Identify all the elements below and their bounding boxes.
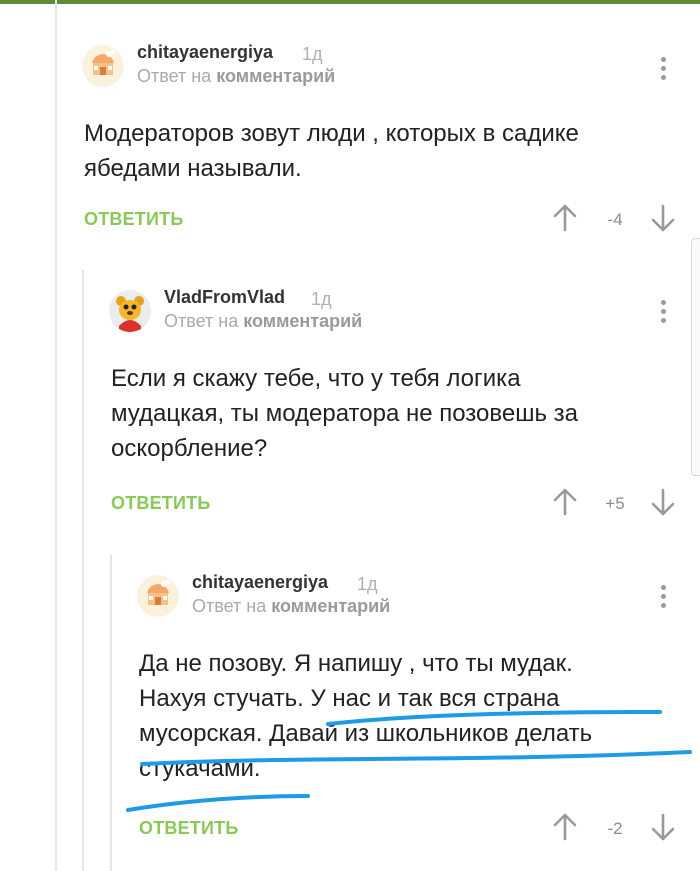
reply-to-prefix: Ответ на bbox=[192, 596, 267, 616]
comment-time: 1д bbox=[357, 574, 378, 594]
bear-avatar-icon[interactable] bbox=[109, 290, 151, 332]
reply-button[interactable]: ОТВЕТИТЬ bbox=[84, 209, 183, 230]
thread-line bbox=[55, 0, 57, 871]
comment-text-line: оскорбление? bbox=[111, 435, 268, 462]
comment-time: 1д bbox=[302, 44, 323, 64]
user-avatar-icon[interactable] bbox=[82, 45, 124, 87]
comment-text-line: стукачами. bbox=[139, 755, 261, 782]
top-bar bbox=[0, 0, 700, 4]
comment-text-line: Модераторов зовут люди , которых в садик… bbox=[84, 120, 579, 147]
reply-to: Ответ на комментарий bbox=[192, 596, 390, 617]
comment-text-line: мусорская. Давай из школьников делать bbox=[139, 720, 593, 747]
comment-text-line: ябедами называли. bbox=[84, 155, 302, 182]
reply-to-link[interactable]: комментарий bbox=[216, 66, 335, 86]
comment: chitayaenergiya 1д Ответ на комментарий … bbox=[82, 42, 692, 245]
arrow-down-icon[interactable] bbox=[648, 812, 678, 842]
user-avatar-icon[interactable] bbox=[137, 575, 179, 617]
thread-line bbox=[110, 555, 112, 871]
reply-to-prefix: Ответ на bbox=[164, 311, 239, 331]
reply-to: Ответ на комментарий bbox=[164, 311, 362, 332]
reply-to-prefix: Ответ на bbox=[137, 66, 212, 86]
comment-text: Да не позову. Я напишу , что ты мудак. Н… bbox=[139, 646, 592, 786]
rating: -2 bbox=[607, 819, 623, 838]
arrow-up-icon[interactable] bbox=[550, 203, 580, 233]
rating: -4 bbox=[607, 210, 623, 229]
reply-button[interactable]: ОТВЕТИТЬ bbox=[139, 818, 238, 839]
arrow-up-icon[interactable] bbox=[550, 812, 580, 842]
comment-author[interactable]: VladFromVlad bbox=[164, 287, 285, 308]
reply-to-link[interactable]: комментарий bbox=[243, 311, 362, 331]
more-vertical-icon[interactable] bbox=[661, 57, 667, 80]
comment-text: Если я скажу тебе, что у тебя логика муд… bbox=[111, 361, 578, 466]
comment: chitayaenergiya 1д Ответ на комментарий … bbox=[137, 572, 692, 855]
more-vertical-icon[interactable] bbox=[661, 300, 667, 323]
comment: VladFromVlad 1д Ответ на комментарий Есл… bbox=[109, 287, 692, 530]
scrollbar[interactable] bbox=[691, 238, 700, 476]
more-vertical-icon[interactable] bbox=[661, 585, 667, 608]
arrow-down-icon[interactable] bbox=[648, 487, 678, 517]
comment-time: 1д bbox=[311, 289, 332, 309]
comment-author[interactable]: chitayaenergiya bbox=[192, 572, 328, 593]
comment-text-line: мудацкая, ты модератора не позовешь за bbox=[111, 400, 578, 427]
reply-button[interactable]: ОТВЕТИТЬ bbox=[111, 493, 210, 514]
comment-author[interactable]: chitayaenergiya bbox=[137, 42, 273, 63]
reply-to-link[interactable]: комментарий bbox=[271, 596, 390, 616]
comment-text-line: Нахуя стучать. У нас и так вся страна bbox=[139, 685, 560, 712]
reply-to: Ответ на комментарий bbox=[137, 66, 335, 87]
comment-text-line: Да не позову. Я напишу , что ты мудак. bbox=[139, 650, 573, 677]
comment-text-line: Если я скажу тебе, что у тебя логика bbox=[111, 365, 521, 392]
comment-text: Модераторов зовут люди , которых в садик… bbox=[84, 116, 579, 186]
arrow-down-icon[interactable] bbox=[648, 203, 678, 233]
arrow-up-icon[interactable] bbox=[550, 487, 580, 517]
rating: +5 bbox=[605, 494, 625, 513]
thread-line bbox=[82, 270, 84, 871]
